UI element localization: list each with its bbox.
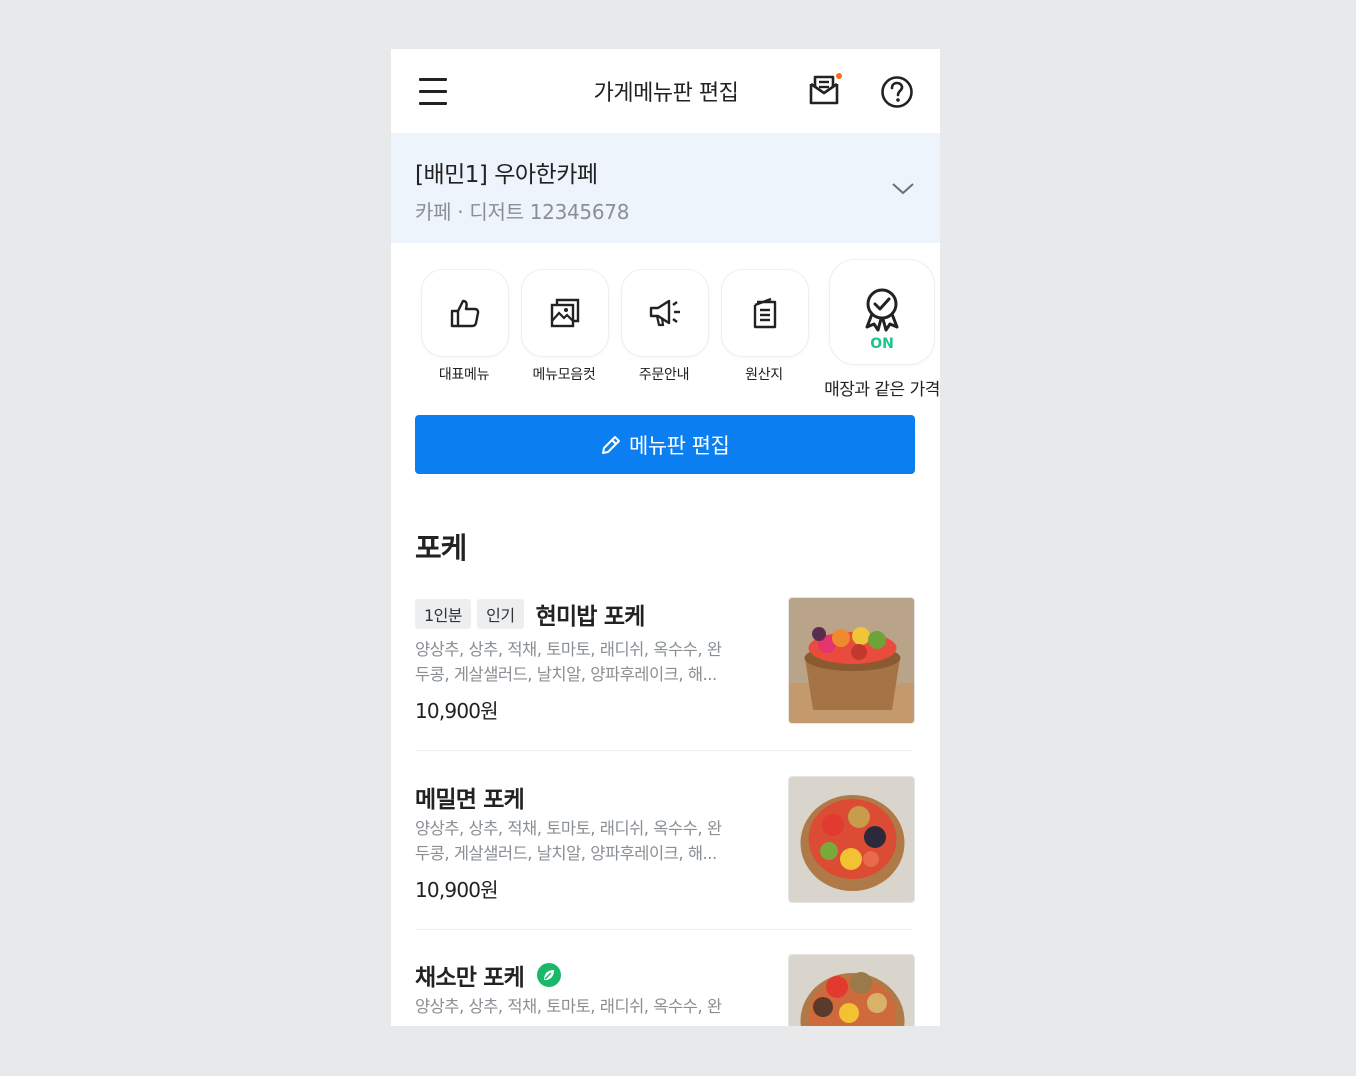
divider <box>415 929 913 930</box>
store-selector[interactable]: [배민1] 우아한카페 카페 · 디저트 12345678 <box>391 133 940 243</box>
quick-label: 메뉴모음컷 <box>532 367 596 383</box>
vegan-leaf-icon <box>537 963 562 987</box>
order-notice-button[interactable] <box>621 269 709 357</box>
item-name: 채소만 포케 <box>415 965 525 991</box>
menu-photo-collection-button[interactable] <box>521 269 609 357</box>
image-gallery-icon <box>550 298 580 328</box>
page-title: 가게메뉴판 편집 <box>593 81 739 106</box>
divider <box>415 750 913 751</box>
edit-menu-label: 메뉴판 편집 <box>629 434 730 458</box>
origin-info-button[interactable] <box>721 269 809 357</box>
item-tag: 1인분 <box>415 599 472 629</box>
menu-item[interactable]: 채소만 포케 양상추, 상추, 적채, 토마토, 래디쉬, 옥수수, 완 <box>415 954 915 1026</box>
section-title: 포케 <box>415 531 467 565</box>
poke-bowl-photo <box>788 597 915 724</box>
store-category: 카페 · 디저트 12345678 <box>415 200 630 224</box>
pencil-icon <box>602 436 620 454</box>
megaphone-icon <box>649 299 680 327</box>
mail-icon[interactable] <box>807 73 843 109</box>
thumbs-up-icon <box>450 299 480 328</box>
item-description: 양상추, 상추, 적채, 토마토, 래디쉬, 옥수수, 완 두콩, 게살샐러드, … <box>415 640 722 684</box>
item-name: 현미밥 포케 <box>535 604 646 630</box>
store-name: [배민1] 우아한카페 <box>415 162 598 188</box>
status-badge: ON <box>870 336 894 352</box>
quick-label: 대표메뉴 <box>438 367 490 383</box>
hamburger-icon[interactable] <box>419 78 449 105</box>
phone-screen: 가게메뉴판 편집 [배민1] 우아한카페 카페 · 디저트 12345678 대… <box>391 49 940 1026</box>
poke-bowl-photo <box>788 776 915 903</box>
item-description: 양상추, 상추, 적채, 토마토, 래디쉬, 옥수수, 완 <box>415 997 722 1016</box>
help-icon[interactable] <box>879 74 915 110</box>
edit-menu-button[interactable]: 메뉴판 편집 <box>415 415 915 474</box>
chevron-down-icon[interactable] <box>890 181 916 197</box>
quick-label: 매장과 같은 가격 <box>824 380 940 400</box>
item-tag: 인기 <box>477 599 524 629</box>
menu-item[interactable]: 메밀면 포케 양상추, 상추, 적채, 토마토, 래디쉬, 옥수수, 완 두콩, … <box>415 776 915 916</box>
item-description: 양상추, 상추, 적채, 토마토, 래디쉬, 옥수수, 완 두콩, 게살샐러드, … <box>415 819 722 863</box>
notification-dot <box>836 73 842 79</box>
item-name: 메밀면 포케 <box>415 787 525 813</box>
quick-label: 주문안내 <box>638 367 690 383</box>
item-price: 10,900원 <box>415 699 499 723</box>
poke-bowl-photo <box>788 954 915 1026</box>
same-price-button[interactable]: ON <box>829 259 935 365</box>
menu-item[interactable]: 1인분 인기 현미밥 포케 양상추, 상추, 적채, 토마토, 래디쉬, 옥수수, … <box>415 597 915 737</box>
quick-label: 원산지 <box>745 367 783 383</box>
award-check-icon <box>865 288 899 332</box>
item-price: 10,900원 <box>415 878 499 902</box>
representative-menu-button[interactable] <box>421 269 509 357</box>
document-icon <box>753 297 777 329</box>
app-header: 가게메뉴판 편집 <box>391 49 940 133</box>
